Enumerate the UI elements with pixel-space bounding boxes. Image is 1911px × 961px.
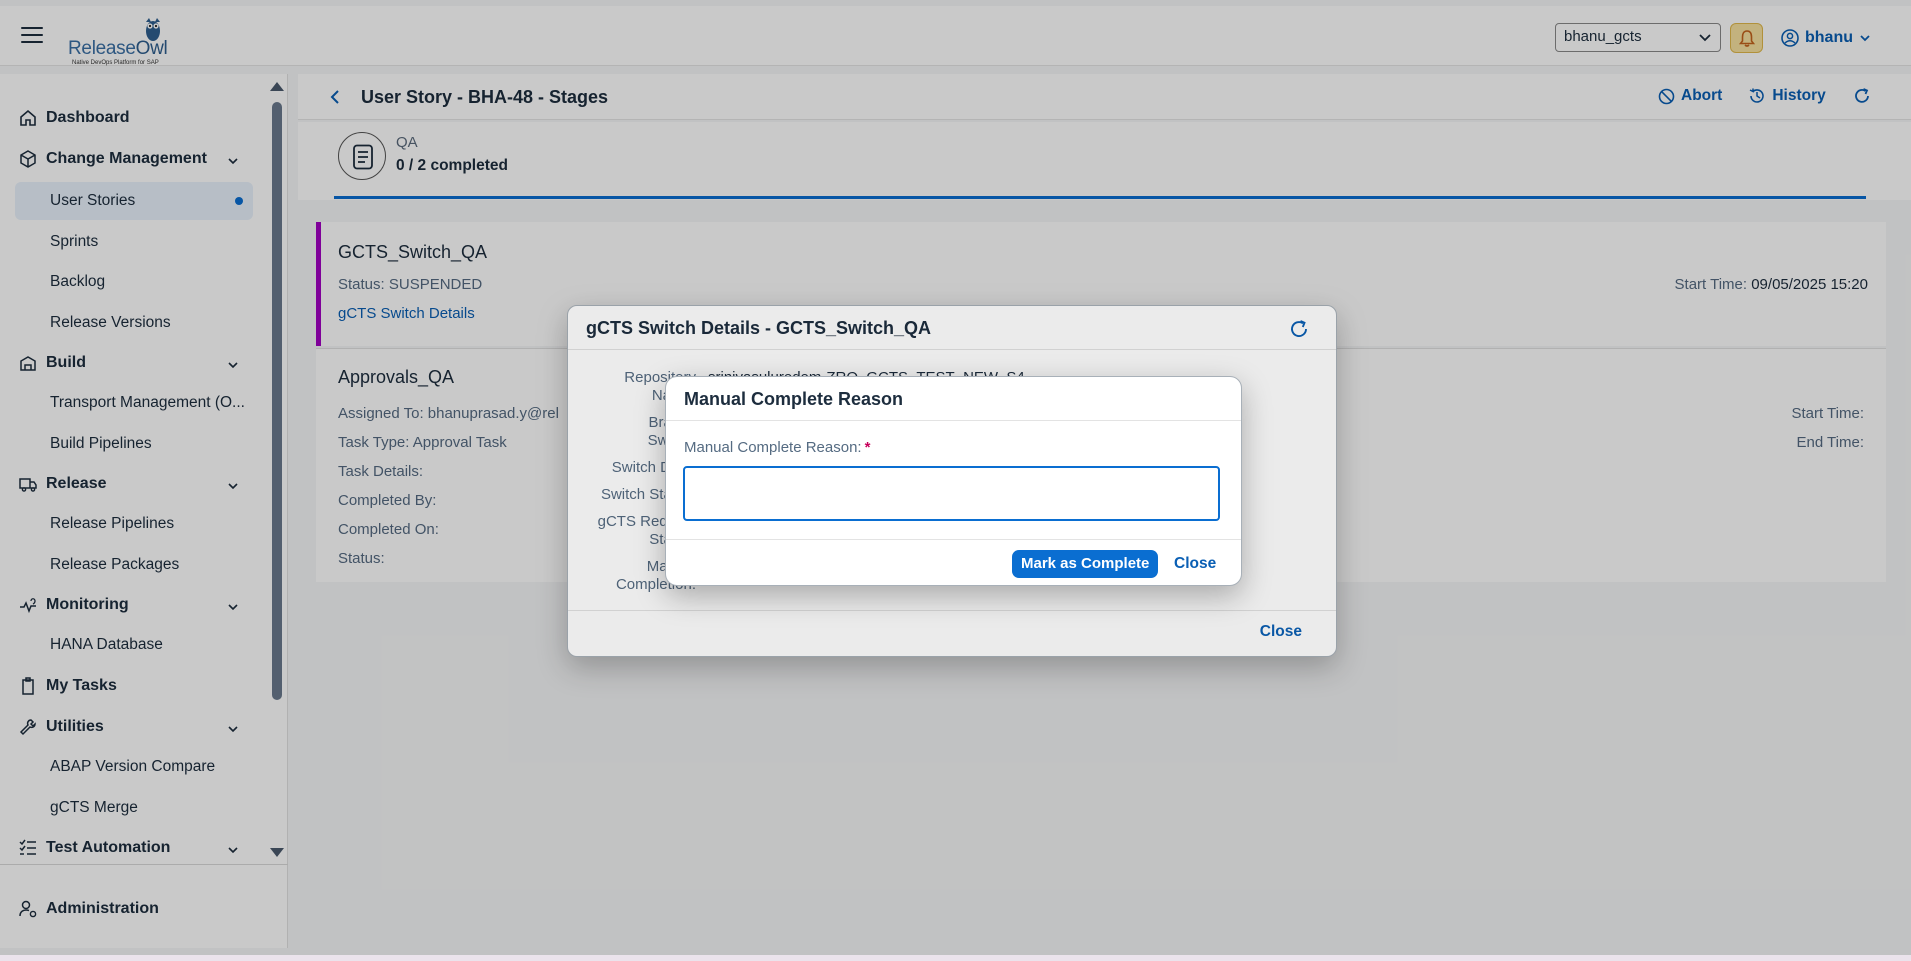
manual-complete-reason-dialog: Manual Complete Reason Manual Complete R… xyxy=(665,376,1242,586)
dialog-header: Manual Complete Reason xyxy=(666,377,1241,421)
dialog-footer: Mark as Complete Close xyxy=(666,539,1241,585)
reason-field-label: Manual Complete Reason: * xyxy=(684,439,870,456)
mark-as-complete-button[interactable]: Mark as Complete xyxy=(1012,550,1159,578)
reason-label-text: Manual Complete Reason: xyxy=(684,439,862,456)
manual-complete-reason-input[interactable] xyxy=(683,466,1220,521)
dialog-title: Manual Complete Reason xyxy=(684,389,904,409)
close-button[interactable]: Close xyxy=(1174,555,1216,573)
required-asterisk: * xyxy=(864,439,871,456)
window-bottom-edge xyxy=(0,955,1911,961)
